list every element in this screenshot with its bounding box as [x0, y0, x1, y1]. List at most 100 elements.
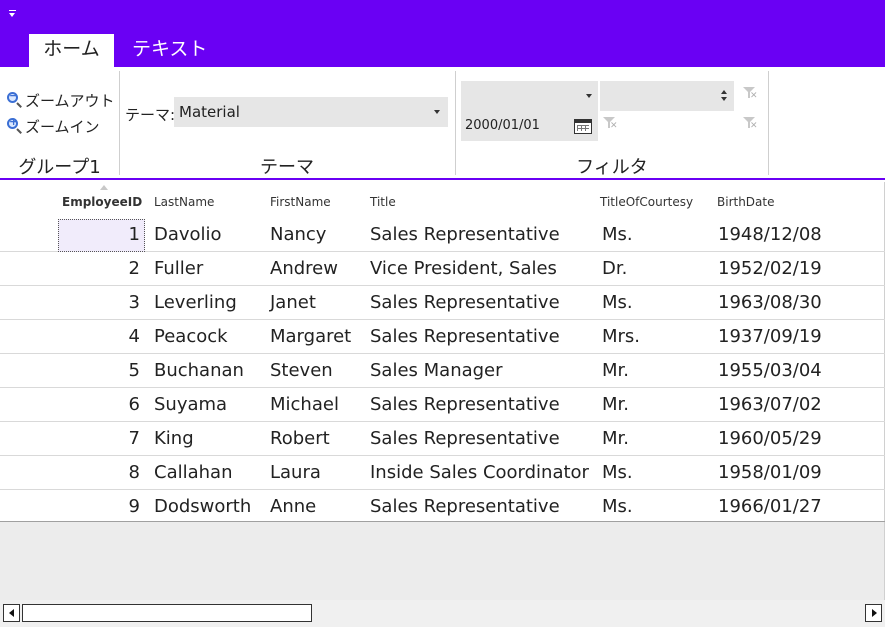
- table-row[interactable]: 2 Fuller Andrew Vice President, Sales Dr. 195…: [0, 252, 885, 286]
- table-row[interactable]: 7 King Robert Sales Representative Mr. 1960/0…: [0, 422, 885, 456]
- table-row[interactable]: 4 Peacock Margaret Sales Representative Mrs.…: [0, 320, 885, 354]
- cell-birthdate[interactable]: 1963/07/02: [718, 394, 822, 415]
- cell-firstname[interactable]: Steven: [270, 360, 333, 381]
- table-row[interactable]: 3 Leverling Janet Sales Representative Ms. 19…: [0, 286, 885, 320]
- table-row[interactable]: 8 Callahan Laura Inside Sales Coordinator Ms…: [0, 456, 885, 490]
- cell-employeeid[interactable]: 3: [58, 292, 140, 313]
- cell-birthdate[interactable]: 1948/12/08: [718, 224, 822, 245]
- cell-birthdate[interactable]: 1958/01/09: [718, 462, 822, 483]
- cell-titleofcourtesy[interactable]: Dr.: [602, 258, 627, 279]
- zoom-in-button[interactable]: + ズームイン: [7, 115, 100, 137]
- tab-text[interactable]: テキスト: [118, 34, 221, 67]
- data-grid: EmployeeID LastName FirstName Title Titl…: [0, 182, 885, 524]
- grid-empty-area: [0, 522, 885, 600]
- cell-firstname[interactable]: Anne: [270, 496, 316, 517]
- table-row[interactable]: 5 Buchanan Steven Sales Manager Mr. 1955/03/0…: [0, 354, 885, 388]
- ribbon-separator: [768, 71, 769, 175]
- spin-down-icon[interactable]: [721, 97, 727, 101]
- cell-titleofcourtesy[interactable]: Ms.: [602, 292, 633, 313]
- column-header-birthdate[interactable]: BirthDate: [717, 195, 775, 209]
- quick-access-dropdown-icon[interactable]: [9, 10, 19, 20]
- cell-lastname[interactable]: Buchanan: [154, 360, 244, 381]
- cell-titleofcourtesy[interactable]: Mrs.: [602, 326, 640, 347]
- date-picker[interactable]: 2000/01/01: [461, 111, 598, 141]
- calendar-icon[interactable]: [574, 119, 592, 134]
- theme-prefix-label: テーマ:: [125, 106, 176, 124]
- cell-title[interactable]: Sales Representative: [370, 428, 560, 449]
- cell-lastname[interactable]: King: [154, 428, 194, 449]
- cell-employeeid[interactable]: 7: [58, 428, 140, 449]
- cell-employeeid[interactable]: 1: [58, 224, 140, 245]
- tab-home[interactable]: ホーム: [29, 34, 114, 67]
- ribbon: − ズームアウト + ズームイン グループ1 テーマ: Material テーマ…: [0, 67, 885, 180]
- cell-title[interactable]: Sales Representative: [370, 326, 560, 347]
- cell-birthdate[interactable]: 1937/09/19: [718, 326, 822, 347]
- cell-firstname[interactable]: Janet: [270, 292, 316, 313]
- filter-select[interactable]: [461, 81, 598, 111]
- column-header-firstname[interactable]: FirstName: [270, 195, 331, 209]
- cell-title[interactable]: Sales Representative: [370, 224, 560, 245]
- cell-lastname[interactable]: Leverling: [154, 292, 237, 313]
- theme-select[interactable]: Material: [174, 97, 448, 127]
- cell-title[interactable]: Sales Representative: [370, 394, 560, 415]
- column-header-titleofcourtesy[interactable]: TitleOfCourtesy: [600, 195, 693, 209]
- cell-firstname[interactable]: Michael: [270, 394, 339, 415]
- cell-lastname[interactable]: Dodsworth: [154, 496, 251, 517]
- cell-employeeid[interactable]: 4: [58, 326, 140, 347]
- cell-titleofcourtesy[interactable]: Mr.: [602, 394, 629, 415]
- clear-filter-icon[interactable]: ✕: [743, 87, 758, 101]
- cell-lastname[interactable]: Peacock: [154, 326, 228, 347]
- cell-title[interactable]: Sales Representative: [370, 496, 560, 517]
- zoom-out-button[interactable]: − ズームアウト: [7, 89, 115, 111]
- scrollbar-thumb[interactable]: [22, 604, 312, 622]
- title-bar: ホーム テキスト: [0, 0, 885, 67]
- grid-header: EmployeeID LastName FirstName Title Titl…: [0, 182, 885, 218]
- cell-title[interactable]: Inside Sales Coordinator: [370, 462, 589, 483]
- table-row[interactable]: 9 Dodsworth Anne Sales Representative Ms. 196…: [0, 490, 885, 524]
- table-row[interactable]: 1 Davolio Nancy Sales Representative Ms. 1948…: [0, 218, 885, 252]
- column-header-lastname[interactable]: LastName: [154, 195, 214, 209]
- cell-firstname[interactable]: Robert: [270, 428, 330, 449]
- cell-birthdate[interactable]: 1966/01/27: [718, 496, 822, 517]
- cell-title[interactable]: Vice President, Sales: [370, 258, 557, 279]
- cell-titleofcourtesy[interactable]: Mr.: [602, 428, 629, 449]
- cell-birthdate[interactable]: 1960/05/29: [718, 428, 822, 449]
- horizontal-scrollbar[interactable]: [0, 600, 885, 627]
- chevron-left-icon: [9, 609, 14, 617]
- cell-titleofcourtesy[interactable]: Ms.: [602, 462, 633, 483]
- cell-firstname[interactable]: Andrew: [270, 258, 338, 279]
- cell-employeeid[interactable]: 9: [58, 496, 140, 517]
- cell-firstname[interactable]: Nancy: [270, 224, 326, 245]
- cell-lastname[interactable]: Davolio: [154, 224, 222, 245]
- cell-lastname[interactable]: Callahan: [154, 462, 232, 483]
- theme-selected-value: Material: [179, 103, 240, 121]
- cell-lastname[interactable]: Suyama: [154, 394, 227, 415]
- cell-employeeid[interactable]: 8: [58, 462, 140, 483]
- cell-titleofcourtesy[interactable]: Mr.: [602, 360, 629, 381]
- zoom-in-icon: +: [7, 115, 23, 134]
- chevron-down-icon: [586, 94, 592, 98]
- scroll-right-button[interactable]: [865, 604, 882, 622]
- cell-employeeid[interactable]: 2: [58, 258, 140, 279]
- cell-firstname[interactable]: Margaret: [270, 326, 351, 347]
- clear-filter-icon[interactable]: ✕: [743, 117, 758, 131]
- column-header-employeeid[interactable]: EmployeeID: [62, 195, 142, 209]
- cell-titleofcourtesy[interactable]: Ms.: [602, 496, 633, 517]
- cell-lastname[interactable]: Fuller: [154, 258, 203, 279]
- cell-employeeid[interactable]: 5: [58, 360, 140, 381]
- zoom-out-label: ズームアウト: [25, 91, 115, 110]
- column-header-title[interactable]: Title: [370, 195, 396, 209]
- cell-birthdate[interactable]: 1952/02/19: [718, 258, 822, 279]
- cell-title[interactable]: Sales Manager: [370, 360, 503, 381]
- cell-employeeid[interactable]: 6: [58, 394, 140, 415]
- spin-up-icon[interactable]: [721, 90, 727, 94]
- cell-birthdate[interactable]: 1955/03/04: [718, 360, 822, 381]
- cell-titleofcourtesy[interactable]: Ms.: [602, 224, 633, 245]
- table-row[interactable]: 6 Suyama Michael Sales Representative Mr. 196…: [0, 388, 885, 422]
- filter-spinner[interactable]: [600, 81, 734, 111]
- cell-title[interactable]: Sales Representative: [370, 292, 560, 313]
- scroll-left-button[interactable]: [3, 604, 20, 622]
- cell-firstname[interactable]: Laura: [270, 462, 321, 483]
- clear-filter-icon[interactable]: ✕: [603, 117, 618, 131]
- cell-birthdate[interactable]: 1963/08/30: [718, 292, 822, 313]
